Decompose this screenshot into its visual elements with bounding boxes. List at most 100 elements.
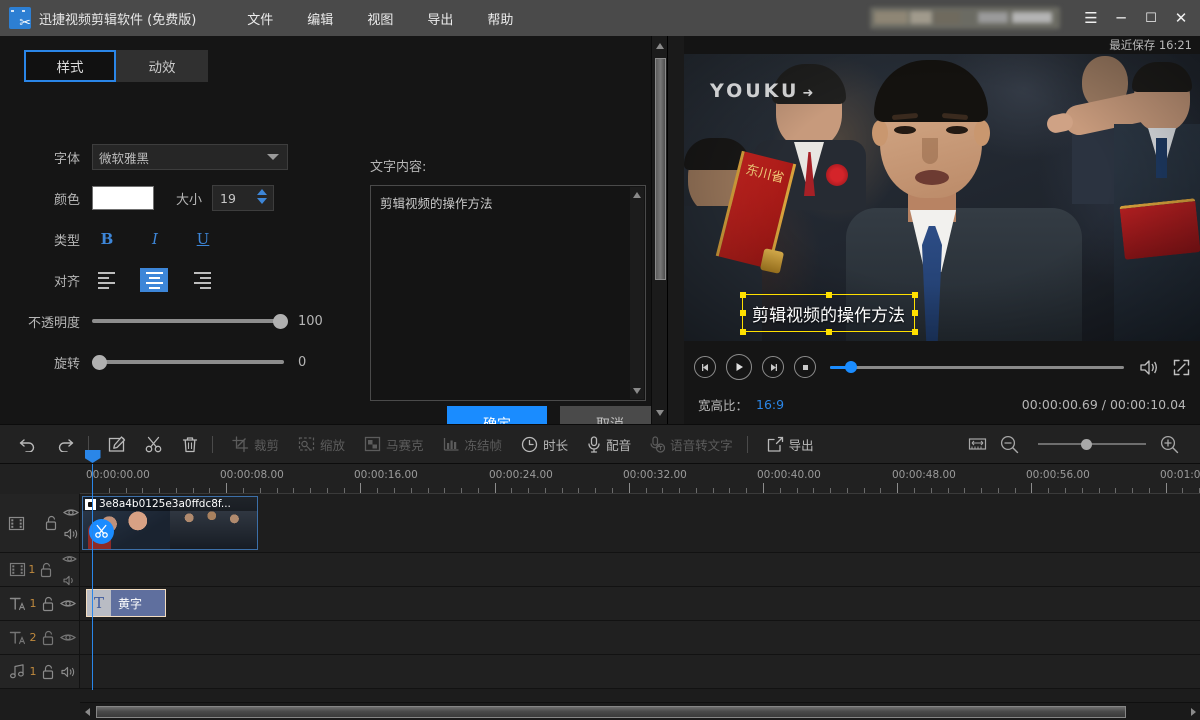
resize-handle-top-right[interactable] [912,292,918,298]
tab-style[interactable]: 样式 [24,50,116,82]
align-right-button[interactable] [188,268,216,292]
edit-button[interactable] [101,431,133,457]
unlock-icon[interactable] [38,664,58,680]
italic-button[interactable]: I [140,226,170,252]
eye-icon[interactable] [58,632,78,643]
stop-button[interactable] [794,356,816,378]
track-body-video-main[interactable]: 3e8a4b0125e3a0ffdc8f... [80,494,1200,552]
mosaic-button[interactable]: 马赛克 [357,431,431,457]
track-body-text-1[interactable]: T 黄字 [80,587,1200,620]
timeline-zoom-slider[interactable] [1038,436,1146,452]
underline-button[interactable]: U [188,226,218,252]
scroll-up-icon[interactable] [633,192,641,198]
speech-to-text-button[interactable]: 语音转文字 [643,431,740,457]
minimize-icon[interactable]: ─ [1106,2,1136,34]
resize-handle-top-left[interactable] [740,292,746,298]
dubbing-button[interactable]: 配音 [580,431,638,457]
freeze-frame-button[interactable]: 冻结帧 [436,431,510,457]
resize-handle-bottom-left[interactable] [740,329,746,335]
scroll-right-icon[interactable] [1186,703,1200,720]
panel-scroll-thumb[interactable] [655,58,666,280]
textarea-scrollbar[interactable] [630,187,644,399]
video-clip[interactable]: 3e8a4b0125e3a0ffdc8f... [82,496,258,550]
menu-file[interactable]: 文件 [230,5,290,32]
split-button[interactable] [138,431,170,457]
zoom-in-icon[interactable] [1156,431,1182,457]
rotate-slider[interactable] [92,352,284,372]
panel-scrollbar[interactable] [651,36,667,424]
fit-timeline-icon[interactable] [964,431,990,457]
step-forward-button[interactable] [762,356,784,378]
export-button[interactable]: 导出 [760,431,821,457]
duration-button[interactable]: 时长 [514,431,575,457]
rotate-slider-knob[interactable] [92,355,107,370]
opacity-row: 不透明度 100 [0,306,350,336]
unlock-icon[interactable] [37,562,56,578]
aspect-ratio-value[interactable]: 16:9 [756,397,784,412]
hamburger-menu-icon[interactable]: ☰ [1076,2,1106,34]
playhead[interactable] [92,464,93,690]
zoom-knob[interactable] [1081,439,1092,450]
color-swatch[interactable] [92,186,154,210]
track-body-audio-1[interactable] [80,655,1200,688]
timeline-ruler[interactable]: 00:00:00.00 00:00:08.00 00:00:16.00 00:0… [0,464,1200,494]
menu-export[interactable]: 导出 [410,5,470,32]
volume-icon[interactable] [1136,354,1162,380]
resize-handle-top-center[interactable] [826,292,832,298]
bold-button[interactable]: B [92,226,122,252]
text-clip[interactable]: T 黄字 [86,589,166,617]
video-preview[interactable]: 东川省 YOUKU [684,54,1200,341]
timeline-horizontal-scrollbar[interactable] [80,702,1200,720]
stepper-down-icon[interactable] [257,198,267,204]
unlock-icon[interactable] [43,515,59,531]
speaker-icon[interactable] [63,525,79,544]
eye-icon[interactable] [62,549,77,568]
track-body-video-1[interactable] [80,553,1200,586]
edit-toolbar: 裁剪 缩放 马赛克 冻结帧 时长 配音 语音转文字 导出 [0,424,1200,464]
step-back-button[interactable] [694,356,716,378]
close-icon[interactable]: ✕ [1166,2,1196,34]
menu-edit[interactable]: 编辑 [290,5,350,32]
opacity-slider-knob[interactable] [273,314,288,329]
seek-slider[interactable] [830,358,1124,376]
maximize-icon[interactable]: ☐ [1136,2,1166,34]
resize-handle-middle-right[interactable] [912,310,918,316]
opacity-slider[interactable] [92,311,284,331]
undo-button[interactable] [12,431,44,457]
eye-icon[interactable] [63,503,79,522]
unlock-icon[interactable] [38,596,58,612]
resize-handle-bottom-right[interactable] [912,329,918,335]
menu-view[interactable]: 视图 [350,5,410,32]
eye-icon[interactable] [58,598,78,609]
scroll-down-icon[interactable] [633,388,641,394]
scroll-left-icon[interactable] [80,703,94,720]
scale-button[interactable]: 缩放 [291,431,352,457]
align-center-button[interactable] [140,268,168,292]
speaker-icon[interactable] [58,666,78,678]
font-select[interactable]: 微软雅黑 [92,144,288,170]
account-area-blurred[interactable] [870,7,1060,29]
app-logo-icon [9,7,31,29]
tab-animation[interactable]: 动效 [116,50,208,82]
track-body-text-2[interactable] [80,621,1200,654]
panel-scroll-up-icon[interactable] [656,43,664,49]
track-number: 1 [28,597,38,610]
timeline-scroll-thumb[interactable] [96,706,1126,718]
subtitle-overlay-selection[interactable]: 剪辑视频的操作方法 [742,294,915,332]
font-size-stepper[interactable]: 19 [212,185,274,211]
fullscreen-icon[interactable] [1168,354,1194,380]
delete-button[interactable] [175,431,205,457]
zoom-out-icon[interactable] [996,431,1022,457]
stepper-up-icon[interactable] [257,189,267,195]
menu-help[interactable]: 帮助 [470,5,530,32]
seek-knob[interactable] [845,361,857,373]
text-content-input[interactable]: 剪辑视频的操作方法 [370,185,646,401]
crop-button[interactable]: 裁剪 [225,431,286,457]
panel-scroll-down-icon[interactable] [656,410,664,416]
resize-handle-bottom-center[interactable] [826,329,832,335]
redo-button[interactable] [49,431,81,457]
unlock-icon[interactable] [38,630,58,646]
play-button[interactable] [726,354,752,380]
resize-handle-middle-left[interactable] [740,310,746,316]
align-left-button[interactable] [92,268,120,292]
